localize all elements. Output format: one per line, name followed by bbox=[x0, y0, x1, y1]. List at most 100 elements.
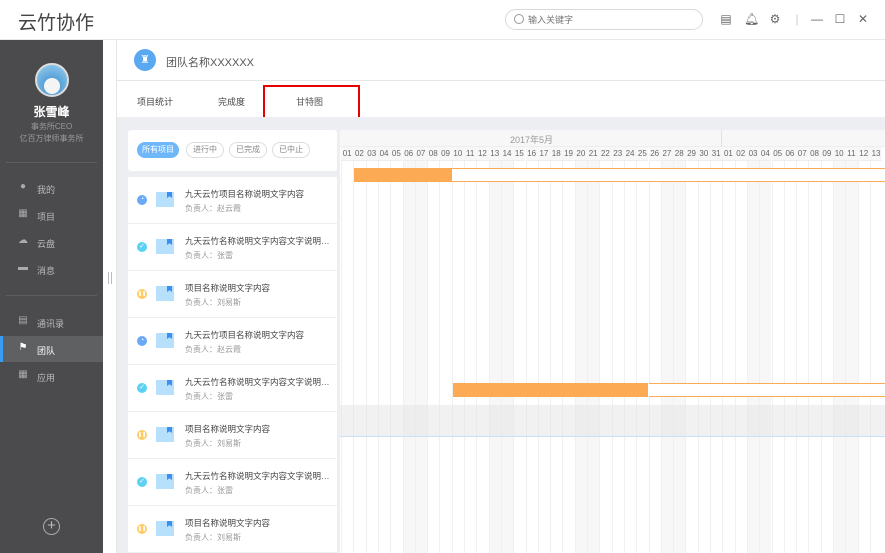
project-title: 九天云竹项目名称说明文字内容 bbox=[185, 330, 305, 340]
day-column bbox=[845, 161, 858, 553]
list-item[interactable]: ◔ 九天云竹项目名称说明文字内容 负责人：赵云霞 bbox=[128, 318, 337, 365]
filter-in-progress[interactable]: 进行中 bbox=[186, 142, 224, 158]
project-owner: 负责人：刘易斯 bbox=[185, 533, 241, 542]
search-icon bbox=[514, 14, 524, 24]
filter-all[interactable]: 所有项目 bbox=[137, 142, 179, 158]
sidebar-item-team[interactable]: ⚑ 团队 bbox=[0, 336, 103, 362]
sidebar-item-label: 应用 bbox=[37, 373, 56, 383]
day-label: 20 bbox=[574, 147, 587, 161]
sidebar-item-contacts[interactable]: ▤ 通讯录 bbox=[0, 309, 103, 335]
user-role: 事务所CEO bbox=[30, 122, 73, 131]
gantt-bar-progress[interactable] bbox=[452, 383, 649, 397]
day-column bbox=[377, 161, 390, 553]
day-label: 02 bbox=[353, 147, 366, 161]
day-label: 23 bbox=[611, 147, 624, 161]
day-column bbox=[488, 161, 501, 553]
project-doc-icon bbox=[156, 286, 174, 301]
day-label: 07 bbox=[796, 147, 809, 161]
gantt-row-highlight bbox=[340, 405, 885, 437]
day-column bbox=[783, 161, 796, 553]
search-input[interactable] bbox=[528, 12, 688, 27]
drag-handle-icon[interactable] bbox=[108, 272, 112, 284]
divider bbox=[6, 162, 97, 163]
status-done-icon: ✓ bbox=[137, 477, 147, 487]
day-column bbox=[623, 161, 636, 553]
project-doc-icon bbox=[156, 192, 174, 207]
month-divider bbox=[721, 130, 722, 147]
day-label: 28 bbox=[673, 147, 686, 161]
gantt-bar-progress[interactable] bbox=[354, 168, 452, 182]
sidebar-splitter[interactable] bbox=[103, 40, 117, 553]
day-label: 12 bbox=[857, 147, 870, 161]
day-column bbox=[857, 161, 870, 553]
avatar[interactable] bbox=[35, 63, 69, 97]
user-name: 张雪峰 bbox=[33, 105, 70, 119]
project-list: ◔ 九天云竹项目名称说明文字内容 负责人：赵云霞 ✓ 九天云竹名称说明文字内容文字… bbox=[128, 177, 337, 553]
list-item[interactable]: ✓ 九天云竹名称说明文字内容文字说明文字 负责人：张雷 bbox=[128, 459, 337, 506]
day-column bbox=[365, 161, 378, 553]
gantt-bar-remaining[interactable] bbox=[648, 383, 885, 397]
list-item[interactable]: ◔ 九天云竹项目名称说明文字内容 负责人：赵云霞 bbox=[128, 177, 337, 224]
sidebar-item-apps[interactable]: ▦ 应用 bbox=[0, 363, 103, 389]
gantt-bar-remaining[interactable] bbox=[451, 168, 885, 182]
user-icon: ● bbox=[19, 181, 27, 192]
day-label: 25 bbox=[636, 147, 649, 161]
day-column bbox=[451, 161, 464, 553]
sidebar-item-cloud[interactable]: ☁ 云盘 bbox=[0, 229, 103, 255]
tab-completion[interactable]: 完成度 bbox=[218, 95, 245, 108]
list-item[interactable]: ❚❚ 项目名称说明文字内容 负责人：刘易斯 bbox=[128, 271, 337, 318]
bell-icon[interactable]: 🔔︎ bbox=[744, 12, 759, 26]
day-label: 17 bbox=[537, 147, 551, 161]
sidebar-item-label: 我的 bbox=[37, 185, 56, 195]
filter-done[interactable]: 已完成 bbox=[229, 142, 267, 158]
day-column bbox=[611, 161, 624, 553]
day-column bbox=[660, 161, 674, 553]
day-column bbox=[722, 161, 734, 553]
clipboard-icon[interactable]: ▤ bbox=[719, 12, 733, 26]
day-label: 29 bbox=[685, 147, 698, 161]
day-label: 08 bbox=[427, 147, 440, 161]
sidebar-item-label: 项目 bbox=[37, 212, 56, 222]
day-label: 16 bbox=[525, 147, 538, 161]
day-column bbox=[599, 161, 611, 553]
project-title: 九天云竹名称说明文字内容文字说明文字 bbox=[185, 236, 330, 246]
project-doc-icon bbox=[156, 333, 174, 348]
flag-icon: ⚑ bbox=[18, 342, 28, 353]
day-label: 14 bbox=[500, 147, 514, 161]
list-item[interactable]: ❚❚ 项目名称说明文字内容 负责人：刘易斯 bbox=[128, 412, 337, 459]
day-label: 10 bbox=[451, 147, 464, 161]
search-box[interactable] bbox=[505, 9, 703, 30]
sidebar-item-messages[interactable]: ▬ 消息 bbox=[0, 256, 103, 282]
maximize-icon[interactable]: ☐ bbox=[833, 12, 847, 26]
gear-icon[interactable]: ⚙ bbox=[768, 12, 782, 26]
close-icon[interactable]: ✕ bbox=[856, 12, 870, 26]
day-label: 11 bbox=[845, 147, 858, 161]
day-column bbox=[746, 161, 760, 553]
day-column bbox=[710, 161, 722, 553]
day-column bbox=[439, 161, 451, 553]
day-column bbox=[648, 161, 661, 553]
list-item[interactable]: ✓ 九天云竹名称说明文字内容文字说明文字 负责人：张雷 bbox=[128, 365, 337, 412]
day-column bbox=[513, 161, 525, 553]
filter-stopped[interactable]: 已中止 bbox=[272, 142, 310, 158]
add-button[interactable]: + bbox=[43, 518, 60, 535]
day-column bbox=[869, 161, 882, 553]
day-column bbox=[525, 161, 538, 553]
list-item[interactable]: ❚❚ 项目名称说明文字内容 负责人：刘易斯 bbox=[128, 506, 337, 553]
tab-project-stats[interactable]: 项目统计 bbox=[137, 95, 173, 108]
day-column bbox=[574, 161, 587, 553]
sidebar-item-mine[interactable]: ● 我的 bbox=[0, 175, 103, 201]
toolbar-divider: | bbox=[795, 12, 799, 26]
day-label: 26 bbox=[648, 147, 661, 161]
day-label: 04 bbox=[759, 147, 772, 161]
day-column bbox=[427, 161, 439, 553]
day-label: 10 bbox=[833, 147, 846, 161]
minimize-icon[interactable]: — bbox=[810, 12, 824, 26]
divider bbox=[6, 295, 97, 296]
project-title: 九天云竹项目名称说明文字内容 bbox=[185, 189, 305, 199]
sidebar-item-projects[interactable]: ▦ 项目 bbox=[0, 202, 103, 228]
day-column bbox=[402, 161, 415, 553]
list-item[interactable]: ✓ 九天云竹名称说明文字内容文字说明文字 负责人：张雷 bbox=[128, 224, 337, 271]
day-label: 13 bbox=[488, 147, 501, 161]
project-title: 项目名称说明文字内容 bbox=[185, 283, 271, 293]
